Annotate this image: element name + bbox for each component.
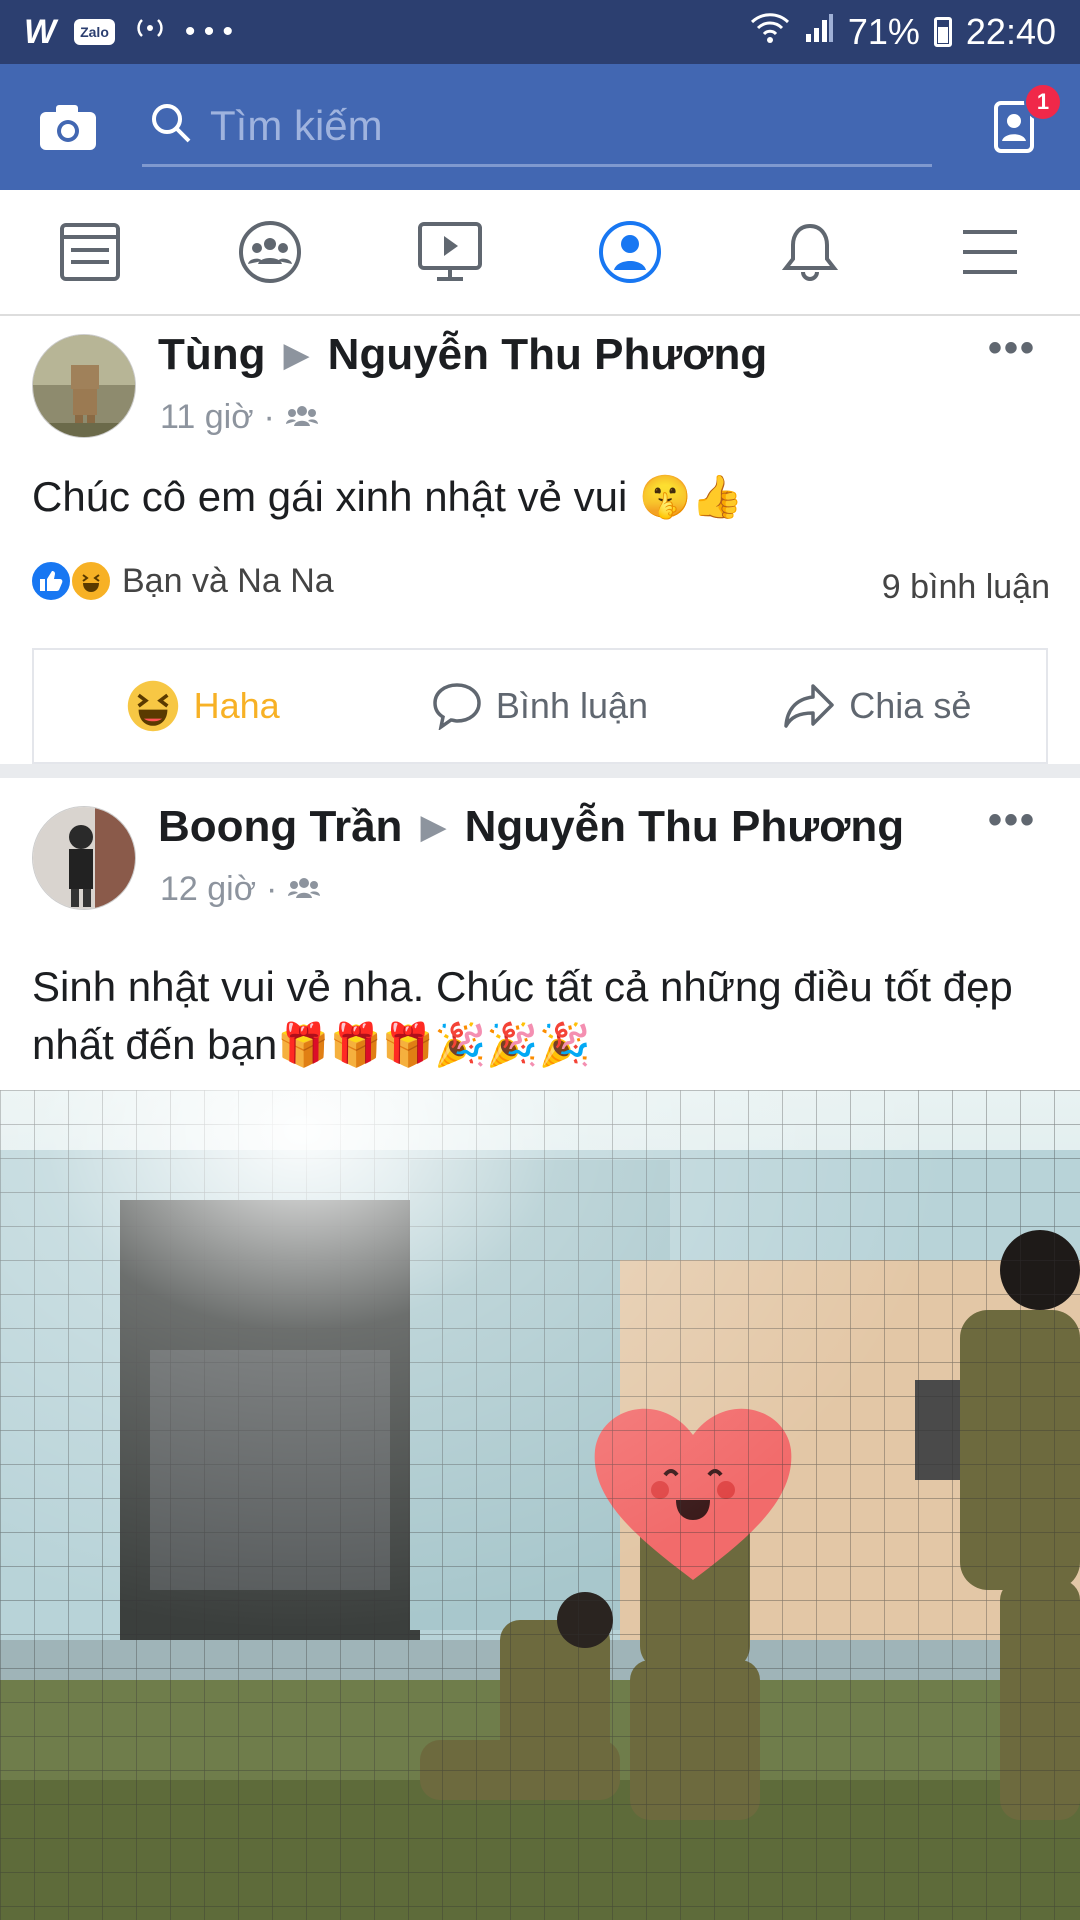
hotspot-icon <box>133 13 167 51</box>
haha-button[interactable]: Haha <box>34 679 371 733</box>
camera-icon[interactable] <box>36 101 100 153</box>
arrow-right-icon: ▶ <box>420 808 447 846</box>
target-name[interactable]: Nguyễn Thu Phương <box>328 330 768 380</box>
contacts-button[interactable]: 1 <box>984 83 1062 157</box>
battery-icon <box>933 17 952 47</box>
share-label: Chia sẻ <box>849 685 972 726</box>
arrow-right-icon: ▶ <box>283 336 310 374</box>
notification-badge: 1 <box>1024 83 1062 121</box>
post-text: Chúc cô em gái xinh nhật vẻ vui 🤫👍 <box>32 473 744 520</box>
battery-percent: 71% <box>847 11 920 52</box>
tab-groups[interactable] <box>210 202 330 302</box>
post-header: Tùng ▶ Nguyễn Thu Phương <box>158 330 767 380</box>
groups-icon <box>239 221 301 283</box>
post-time[interactable]: 11 giờ <box>160 398 254 437</box>
post-text: Sinh nhật vui vẻ nha. Chúc tất cả những … <box>32 963 1013 1068</box>
haha-reaction-icon <box>70 560 112 602</box>
comment-button[interactable]: Bình luận <box>371 682 708 730</box>
share-icon <box>784 684 835 728</box>
more-options-icon[interactable]: ••• <box>988 798 1036 843</box>
tab-bar <box>0 190 1080 316</box>
comment-label: Bình luận <box>495 685 649 726</box>
news-feed-icon <box>60 223 120 281</box>
haha-emoji-icon <box>127 680 178 732</box>
post-actions: Haha Bình luận Chia sẻ <box>32 648 1048 764</box>
search-icon <box>150 102 192 149</box>
separator-dot: · <box>263 398 275 436</box>
status-bar: W Zalo • • • 71% 22:40 <box>0 0 1080 64</box>
clock: 22:40 <box>965 11 1056 52</box>
bell-icon <box>781 223 839 281</box>
share-button[interactable]: Chia sẻ <box>709 683 1046 729</box>
target-name[interactable]: Nguyễn Thu Phương <box>465 802 905 852</box>
post-header: Boong Trần ▶ Nguyễn Thu Phương <box>158 802 904 852</box>
menu-icon <box>963 230 1017 274</box>
avatar[interactable] <box>32 806 136 910</box>
haha-label: Haha <box>193 685 280 726</box>
comment-icon <box>433 683 481 730</box>
tab-watch[interactable] <box>390 202 510 302</box>
tab-menu[interactable] <box>930 202 1050 302</box>
reactions-label: Bạn và Na Na <box>122 561 334 600</box>
like-reaction-icon <box>30 560 72 602</box>
tab-profile[interactable] <box>570 202 690 302</box>
more-notifications-icon: • • • <box>184 15 234 48</box>
more-options-icon[interactable]: ••• <box>988 326 1036 371</box>
app-w-icon: W <box>24 12 57 51</box>
reactions-summary[interactable]: Bạn và Na Na <box>30 560 334 602</box>
comments-count[interactable]: 9 bình luận <box>882 568 1050 607</box>
search-input[interactable]: Tìm kiếm <box>210 102 383 150</box>
zalo-icon: Zalo <box>74 19 115 45</box>
watch-video-icon <box>418 222 482 281</box>
profile-icon <box>599 221 661 283</box>
wifi-icon <box>750 11 790 53</box>
avatar[interactable] <box>32 334 136 438</box>
post-photo[interactable] <box>0 1090 1080 1920</box>
app-header: Tìm kiếm 1 <box>0 64 1080 190</box>
contacts-icon <box>984 101 1044 161</box>
tab-news-feed[interactable] <box>30 202 150 302</box>
search-bar[interactable]: Tìm kiếm <box>142 87 932 167</box>
friends-audience-icon <box>287 870 321 909</box>
post-time[interactable]: 12 giờ <box>160 870 256 909</box>
signal-icon <box>804 11 834 53</box>
post-meta: 12 giờ · <box>160 870 321 909</box>
post: Boong Trần ▶ Nguyễn Thu Phương 12 giờ · … <box>0 790 1080 1920</box>
friends-audience-icon <box>285 398 319 437</box>
separator-dot: · <box>266 870 278 908</box>
post: Tùng ▶ Nguyễn Thu Phương 11 giờ · ••• Ch… <box>0 318 1080 778</box>
author-name[interactable]: Tùng <box>158 330 266 380</box>
author-name[interactable]: Boong Trần <box>158 802 402 852</box>
tab-notifications[interactable] <box>750 202 870 302</box>
post-meta: 11 giờ · <box>160 398 319 437</box>
